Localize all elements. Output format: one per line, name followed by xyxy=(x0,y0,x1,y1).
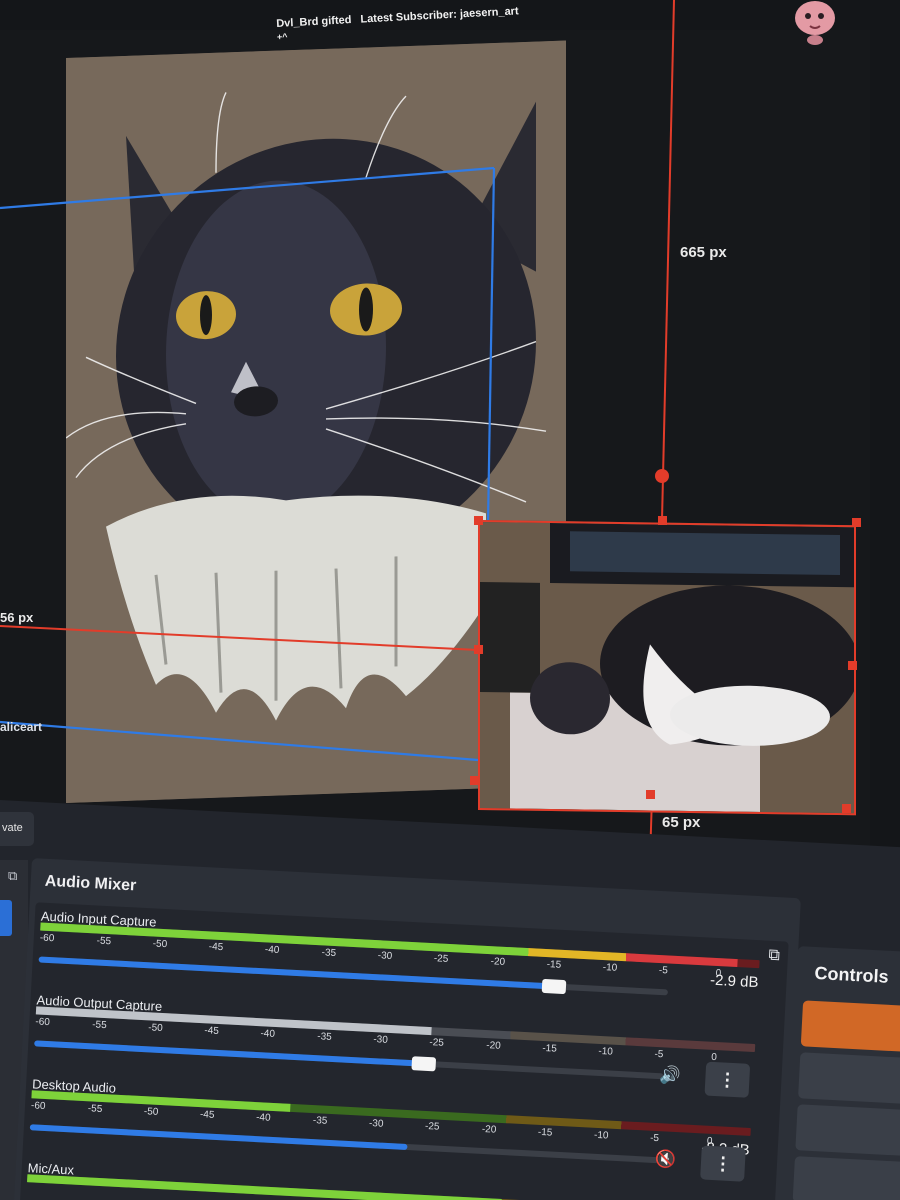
channel-menu-button[interactable]: ⋮ xyxy=(704,1061,751,1098)
slider-thumb[interactable] xyxy=(541,978,567,995)
resize-handle-bottom-right[interactable] xyxy=(842,804,851,813)
studio-mode-button[interactable] xyxy=(795,1104,900,1157)
preview-canvas[interactable]: Dvl_Brd gifted Latest Subscriber: jaeser… xyxy=(0,0,900,860)
audio-mixer-title: Audio Mixer xyxy=(44,872,137,895)
webcam-source[interactable] xyxy=(478,520,856,816)
measure-vertical: 665 px xyxy=(680,244,727,261)
channel-menu-button[interactable]: ⋮ xyxy=(700,1145,746,1182)
slider-thumb[interactable] xyxy=(411,1056,437,1072)
source-name-label: aliceart xyxy=(0,720,43,734)
settings-button[interactable] xyxy=(792,1156,900,1200)
audio-mixer-panel: Audio Mixer ⧉ Audio Input Capture -60 -55… xyxy=(13,858,801,1200)
channel-db-readout: -2.9 dB xyxy=(709,971,759,992)
resize-handle-right[interactable] xyxy=(848,661,857,670)
webcam-cat-image xyxy=(480,522,856,814)
controls-title: Controls xyxy=(814,962,890,987)
resize-handle-top[interactable] xyxy=(658,516,667,525)
undock-icon[interactable]: ⧉ xyxy=(8,868,17,884)
resize-handle-bottom-left[interactable] xyxy=(470,776,479,785)
resize-handle-top-left[interactable] xyxy=(474,516,483,525)
private-button[interactable]: vate xyxy=(0,812,34,846)
controls-panel: Controls xyxy=(783,946,900,1200)
speaker-icon[interactable]: 🔊 xyxy=(659,1065,684,1086)
resize-handle-top-right[interactable] xyxy=(852,518,861,527)
resize-handle-bottom[interactable] xyxy=(646,790,655,799)
audio-mixer-body: ⧉ Audio Input Capture -60 -55 -50 -45 -40 -35… xyxy=(19,902,789,1200)
meter-level xyxy=(27,1174,502,1200)
private-button-label: vate xyxy=(2,822,23,834)
resize-handle-left[interactable] xyxy=(474,645,483,654)
undock-mixer-icon[interactable]: ⧉ xyxy=(768,947,780,966)
start-streaming-button[interactable] xyxy=(800,1000,900,1053)
selected-scene-indicator[interactable] xyxy=(0,900,12,936)
muted-speaker-icon[interactable]: 🔇 xyxy=(655,1149,680,1170)
measure-left: 56 px xyxy=(0,610,34,625)
measure-bottom: 65 px xyxy=(662,814,701,831)
start-recording-button[interactable] xyxy=(798,1052,900,1105)
